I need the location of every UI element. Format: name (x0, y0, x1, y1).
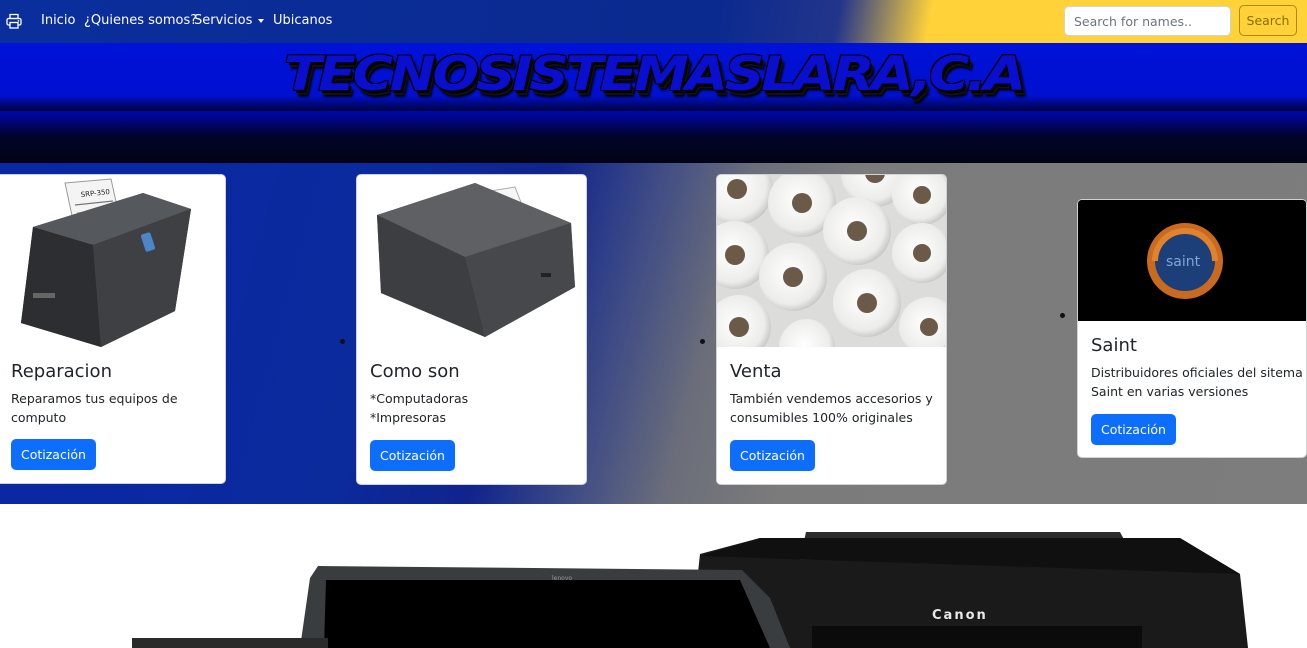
carousel-dot (700, 339, 705, 344)
card-text-line: *Impresoras (370, 410, 447, 425)
hero-banner: TECNOSISTEMASLARA,C.A (0, 43, 1307, 163)
card-text-line: *Computadoras (370, 391, 469, 406)
card-title: Como son (370, 361, 460, 382)
saint-logo-image: saint (1078, 200, 1306, 321)
card-text-line: Reparamos tus equipos de (11, 391, 178, 406)
receipt-printer-image: F FRESH MART (357, 175, 586, 351)
carousel-dot (340, 339, 345, 344)
lenovo-logo-text: lenovo (552, 575, 572, 582)
nav-dropdown-servicios[interactable]: Servicios (194, 13, 265, 29)
search-button[interactable]: Search (1239, 5, 1297, 36)
caret-down-icon (258, 18, 265, 23)
card-text: Reparamos tus equipos de computo (11, 389, 178, 427)
nav-link-ubicanos[interactable]: Ubicanos (273, 13, 332, 29)
card-saint: saint Saint Distribuidores oficiales del… (1077, 199, 1307, 458)
banner-title: TECNOSISTEMASLARA,C.A (284, 46, 1026, 102)
nav-link-quienes-somos[interactable]: ¿Quienes somos? (84, 13, 197, 29)
card-text-line: computo (11, 410, 67, 425)
card-title: Venta (730, 361, 782, 382)
card-venta: Venta También vendemos accesorios y cons… (716, 174, 947, 485)
products-hero-image: Canon lenovo (0, 504, 1307, 648)
card-text-line: También vendemos accesorios y (730, 391, 933, 406)
canon-logo-text: Canon (932, 608, 988, 623)
paper-rolls-image (717, 175, 946, 347)
carousel-dot (1060, 313, 1065, 318)
nav-link-servicios-label: Servicios (194, 13, 253, 28)
cotizacion-button[interactable]: Cotización (730, 440, 815, 471)
card-text: Distribuidores oficiales del sitema Sain… (1091, 363, 1303, 401)
card-title: Reparacion (11, 361, 112, 382)
card-text-line: Distribuidores oficiales del sitema (1091, 365, 1303, 380)
printer-icon[interactable] (6, 13, 22, 29)
cotizacion-button[interactable]: Cotización (1091, 414, 1176, 445)
card-text: *Computadoras *Impresoras (370, 389, 468, 427)
cotizacion-button[interactable]: Cotización (11, 439, 96, 470)
saint-logo-text: saint (1166, 254, 1201, 270)
navbar: Inicio ¿Quienes somos? Servicios Ubicano… (0, 0, 1307, 43)
card-title: Saint (1091, 335, 1137, 356)
card-como-son: F FRESH MART Como son *Computadoras *Imp… (356, 174, 587, 485)
cotizacion-button[interactable]: Cotización (370, 440, 455, 471)
card-text-line: consumibles 100% originales (730, 410, 913, 425)
thermal-printer-image: SRP-350 (0, 175, 225, 351)
search-input[interactable] (1064, 6, 1231, 36)
services-section: SRP-350 Reparacion Reparamos tus equipos… (0, 163, 1307, 504)
card-reparacion: SRP-350 Reparacion Reparamos tus equipos… (0, 174, 226, 484)
nav-link-inicio[interactable]: Inicio (41, 13, 75, 29)
card-text: También vendemos accesorios y consumible… (730, 389, 933, 427)
card-text-line: Saint en varias versiones (1091, 384, 1249, 399)
